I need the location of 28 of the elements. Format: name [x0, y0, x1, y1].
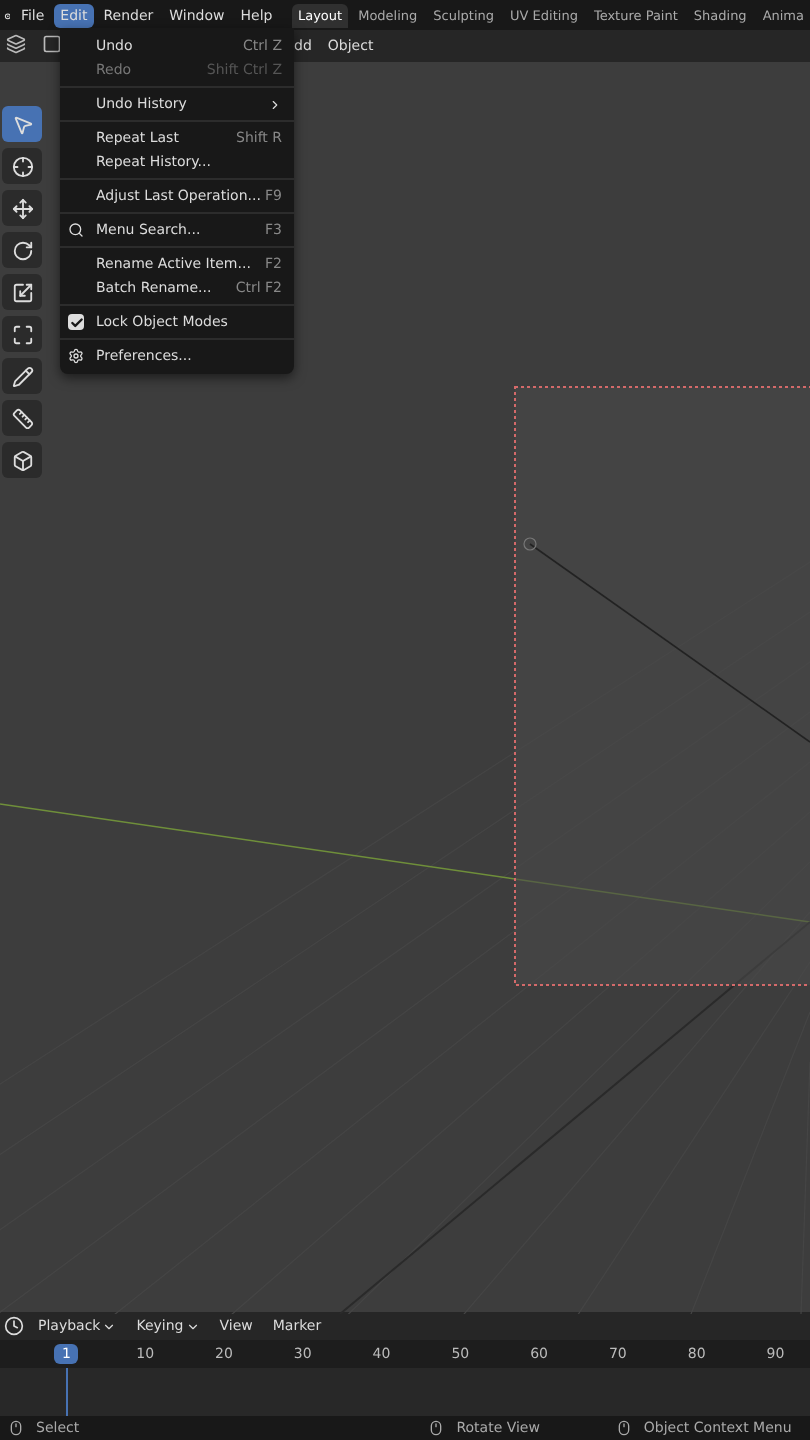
settings-icon: [68, 348, 84, 364]
cursor-tool-button[interactable]: [2, 148, 42, 184]
transform-tool-button[interactable]: [2, 316, 42, 352]
scale-tool-button[interactable]: [2, 274, 42, 310]
cube-icon: [11, 449, 33, 471]
pointer-icon: [11, 113, 33, 135]
timeline-track[interactable]: [0, 1368, 810, 1416]
mouse-icon: [428, 1420, 445, 1436]
annotate-tool-button[interactable]: [2, 358, 42, 394]
transform-icon: [11, 323, 33, 345]
move-icon: [11, 197, 33, 219]
mode-icon[interactable]: [42, 34, 62, 54]
move-tool-button[interactable]: [2, 190, 42, 226]
mouse-icon: [615, 1420, 632, 1436]
mouse-icon: [8, 1420, 24, 1436]
ruler-icon: [11, 407, 33, 429]
pencil-icon: [11, 365, 33, 387]
rotate-icon: [11, 239, 33, 261]
checkbox[interactable]: [68, 314, 84, 330]
crosshair-icon: [11, 155, 33, 177]
scale-icon: [11, 281, 33, 303]
rotate-tool-button[interactable]: [2, 232, 42, 268]
add-tool-button[interactable]: [2, 442, 42, 478]
search-icon: [68, 222, 84, 238]
editor-type-icon[interactable]: [6, 34, 26, 54]
select-tool-button[interactable]: [2, 106, 42, 142]
editor-type-icon[interactable]: [4, 1316, 24, 1336]
measure-tool-button[interactable]: [2, 400, 42, 436]
